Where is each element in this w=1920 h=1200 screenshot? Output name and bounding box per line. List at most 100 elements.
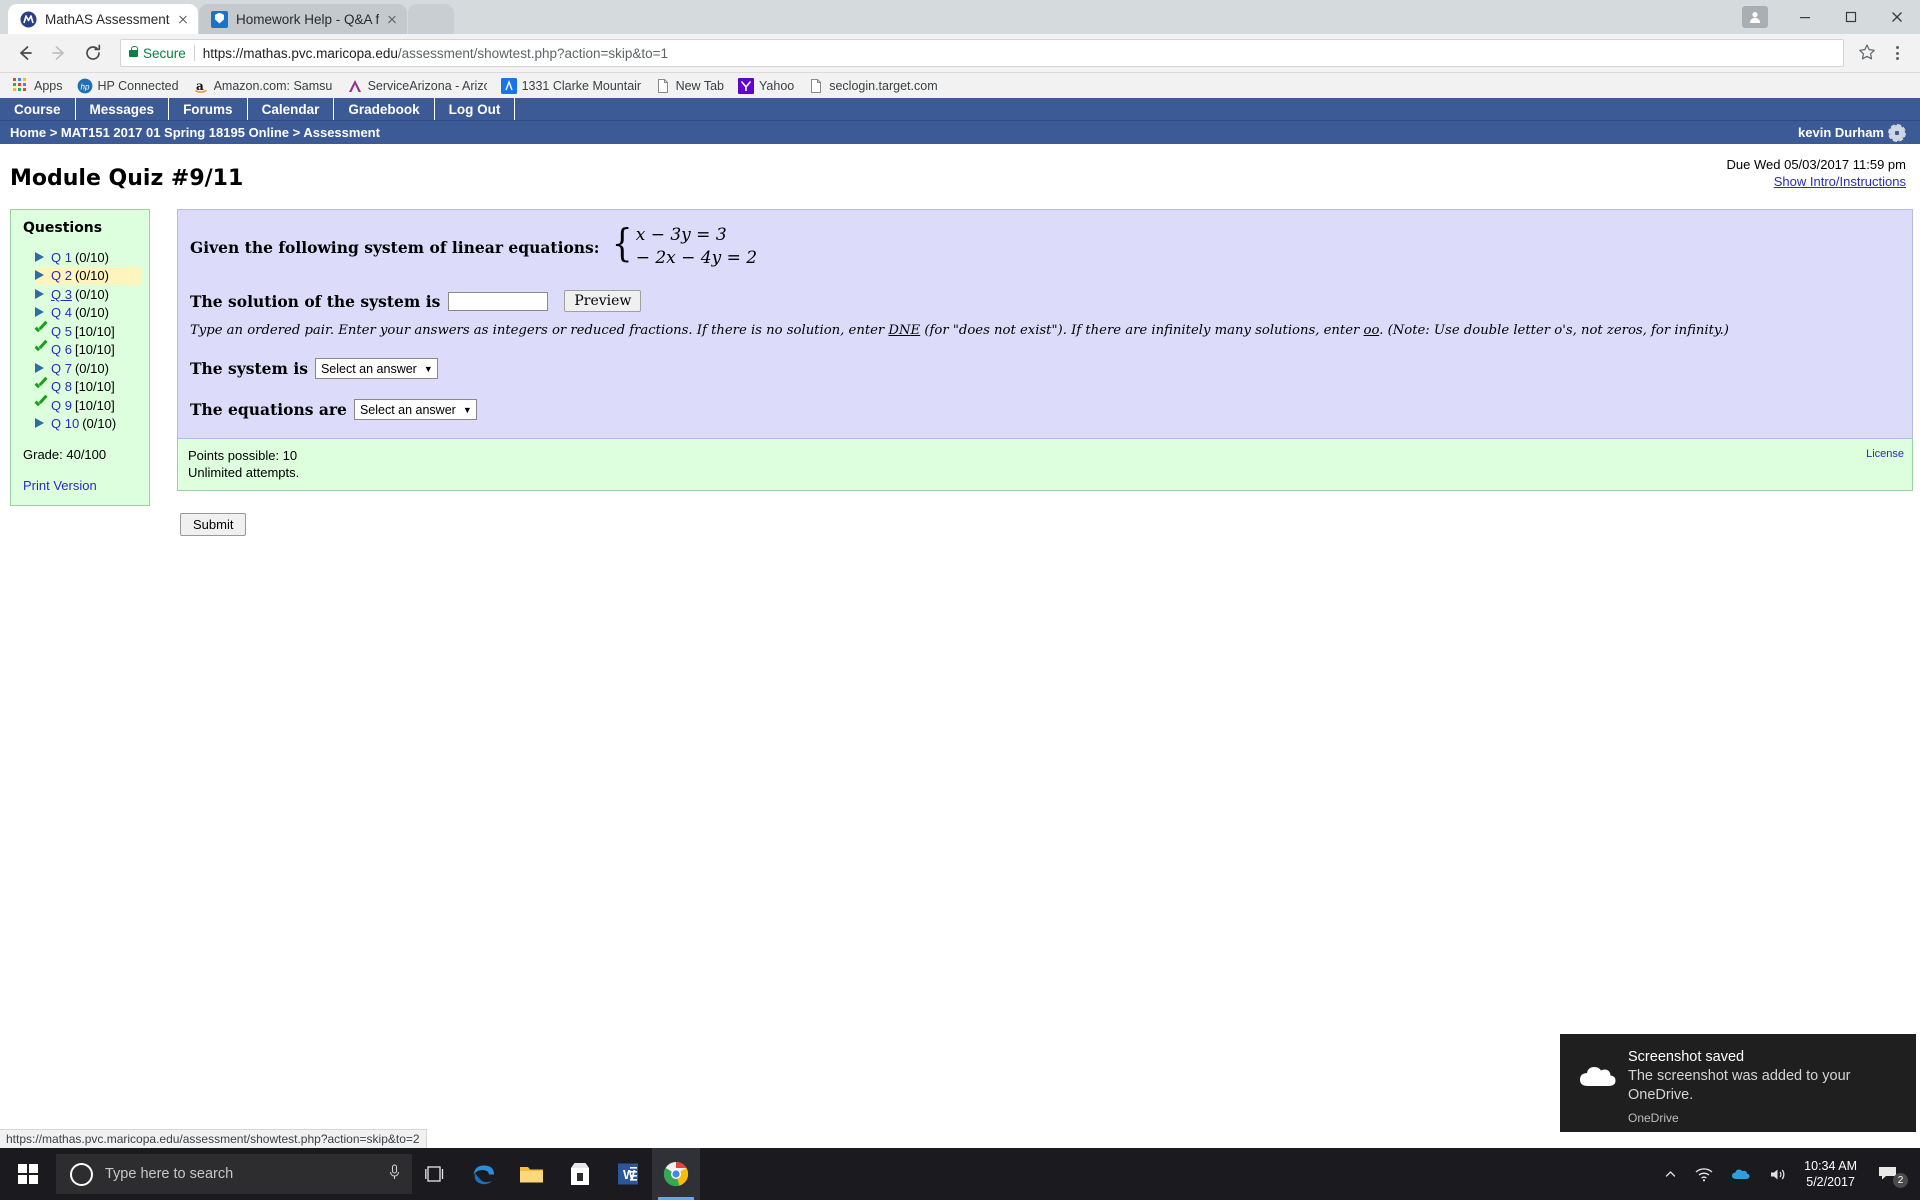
nav-item-messages[interactable]: Messages	[76, 98, 170, 120]
maximize-button[interactable]	[1828, 0, 1874, 34]
bookmark-star-icon[interactable]	[1858, 43, 1878, 63]
hint-part-2: (for "does not exist"). If there are inf…	[920, 323, 1364, 338]
file-explorer-icon[interactable]	[508, 1148, 556, 1200]
arrow-icon	[35, 305, 51, 320]
print-version-link[interactable]: Print Version	[23, 478, 141, 493]
due-block: Due Wed 05/03/2017 11:59 pm Show Intro/I…	[1727, 156, 1906, 190]
question-item-q1[interactable]: Q 1 (0/10)	[35, 248, 141, 267]
close-icon[interactable]	[383, 10, 401, 28]
bookmark-label: HP Connected	[97, 79, 179, 93]
question-link[interactable]: Q 9	[51, 398, 72, 413]
question-link[interactable]: Q 8	[51, 379, 72, 394]
nav-item-gradebook[interactable]: Gradebook	[334, 98, 435, 120]
system-is-row: The system is Select an answer ▼	[190, 358, 1900, 379]
bookmark-hp-connected[interactable]: hp HP Connected	[70, 76, 186, 96]
browser-tab-mathas[interactable]: MathAS Assessment	[8, 4, 198, 34]
submit-button[interactable]: Submit	[180, 513, 247, 536]
question-score: (0/10)	[74, 305, 109, 321]
bookmark-apps[interactable]: Apps	[6, 76, 70, 96]
user-area: kevin Durham	[1798, 125, 1910, 140]
questions-heading: Questions	[23, 220, 103, 236]
quiz-body: Questions Q 1 (0/10) Q 2 (0/10) Q 3 (0/1…	[0, 209, 1920, 536]
url-host: https://mathas.pvc.maricopa.edu	[202, 45, 398, 61]
task-view-icon[interactable]	[412, 1148, 460, 1200]
forward-button[interactable]	[44, 38, 74, 68]
gear-icon[interactable]	[1890, 125, 1904, 140]
question-item-q5[interactable]: Q 5 [10/10]	[35, 322, 141, 341]
equations-are-select[interactable]: Select an answer ▼	[353, 399, 477, 420]
nav-item-log-out[interactable]: Log Out	[435, 98, 516, 120]
wifi-icon[interactable]	[1686, 1148, 1722, 1200]
question-item-q4[interactable]: Q 4 (0/10)	[35, 304, 141, 323]
answer-format-hint: Type an ordered pair. Enter your answers…	[190, 323, 1900, 338]
arrow-icon	[35, 416, 51, 431]
page-icon	[808, 78, 824, 94]
question-score: (0/10)	[74, 249, 109, 265]
breadcrumb[interactable]: Home > MAT151 2017 01 Spring 18195 Onlin…	[10, 125, 380, 140]
question-item-q6[interactable]: Q 6 [10/10]	[35, 341, 141, 360]
address-bar[interactable]: Secure https://mathas.pvc.maricopa.edu/a…	[120, 39, 1844, 67]
equation-2: − 2x − 4y = 2	[635, 248, 758, 268]
chrome-icon[interactable]	[652, 1148, 700, 1200]
bookmark-amazon[interactable]: a Amazon.com: Samsun	[186, 76, 340, 96]
status-bar-url: https://mathas.pvc.maricopa.edu/assessme…	[0, 1129, 427, 1148]
bookmark-yahoo[interactable]: Yahoo	[731, 76, 801, 96]
search-input[interactable]: Type here to search	[56, 1154, 412, 1194]
question-item-q2[interactable]: Q 2 (0/10)	[35, 266, 141, 285]
windows-taskbar: Type here to search W 10:34 AM 5/2/2017 …	[0, 1148, 1920, 1200]
bookmark-1331-clarke-mountain[interactable]: 1331 Clarke Mountain	[494, 76, 648, 96]
question-item-q9[interactable]: Q 9 [10/10]	[35, 396, 141, 415]
divider	[193, 45, 195, 61]
clock[interactable]: 10:34 AM 5/2/2017	[1796, 1158, 1869, 1190]
microsoft-store-icon[interactable]	[556, 1148, 604, 1200]
check-icon	[35, 379, 51, 395]
onedrive-tray-icon[interactable]	[1722, 1148, 1760, 1200]
close-icon[interactable]	[174, 10, 192, 28]
system-is-select[interactable]: Select an answer ▼	[314, 358, 438, 379]
bookmark-servicearizona[interactable]: ServiceArizona - Arizo	[340, 76, 494, 96]
show-intro-instructions-link[interactable]: Show Intro/Instructions	[1727, 173, 1906, 190]
action-center-icon[interactable]: 2	[1869, 1148, 1912, 1200]
question-prompt: Given the following system of linear equ…	[190, 237, 600, 257]
system-of-equations: { x − 3y = 3 − 2x − 4y = 2	[610, 224, 758, 270]
word-icon[interactable]: W	[604, 1148, 652, 1200]
preview-button[interactable]: Preview	[564, 290, 642, 312]
profile-avatar-icon[interactable]	[1742, 6, 1768, 28]
question-link[interactable]: Q 3	[51, 287, 72, 302]
solution-input[interactable]	[448, 291, 549, 311]
question-item-q10[interactable]: Q 10 (0/10)	[35, 415, 141, 434]
question-link[interactable]: Q 10	[51, 416, 79, 431]
points-possible: Points possible: 10	[188, 448, 298, 463]
bookmark-label: Apps	[34, 79, 63, 93]
edge-icon[interactable]	[460, 1148, 508, 1200]
notification-toast[interactable]: Screenshot saved The screenshot was adde…	[1560, 1034, 1916, 1132]
question-item-q7[interactable]: Q 7 (0/10)	[35, 359, 141, 378]
bookmark-seclogin-target[interactable]: seclogin.target.com	[801, 76, 944, 96]
back-button[interactable]	[10, 38, 40, 68]
new-tab-button[interactable]	[408, 4, 455, 34]
question-link[interactable]: Q 7	[51, 361, 72, 376]
question-link[interactable]: Q 6	[51, 342, 72, 357]
show-hidden-icons-icon[interactable]	[1655, 1148, 1686, 1200]
volume-icon[interactable]	[1760, 1148, 1796, 1200]
question-item-q8[interactable]: Q 8 [10/10]	[35, 378, 141, 397]
minimize-button[interactable]	[1782, 0, 1828, 34]
question-link[interactable]: Q 2	[51, 268, 72, 283]
chrome-menu-icon[interactable]	[1884, 38, 1910, 68]
question-item-q3[interactable]: Q 3 (0/10)	[35, 285, 141, 304]
microphone-icon[interactable]	[388, 1163, 402, 1185]
question-link[interactable]: Q 5	[51, 324, 72, 339]
nav-item-course[interactable]: Course	[0, 98, 76, 120]
question-link[interactable]: Q 4	[51, 305, 72, 320]
nav-item-calendar[interactable]: Calendar	[248, 98, 335, 120]
question-main: Given the following system of linear equ…	[177, 209, 1913, 536]
start-button[interactable]	[0, 1148, 56, 1200]
browser-tab-homework-help[interactable]: Homework Help - Q&A f	[199, 4, 408, 34]
license-link[interactable]: License	[1866, 446, 1904, 463]
tab-title: MathAS Assessment	[45, 11, 170, 27]
nav-item-forums[interactable]: Forums	[169, 98, 248, 120]
close-window-button[interactable]	[1874, 0, 1920, 34]
bookmark-new-tab[interactable]: New Tab	[648, 76, 731, 96]
question-link[interactable]: Q 1	[51, 250, 72, 265]
reload-button[interactable]	[78, 38, 108, 68]
